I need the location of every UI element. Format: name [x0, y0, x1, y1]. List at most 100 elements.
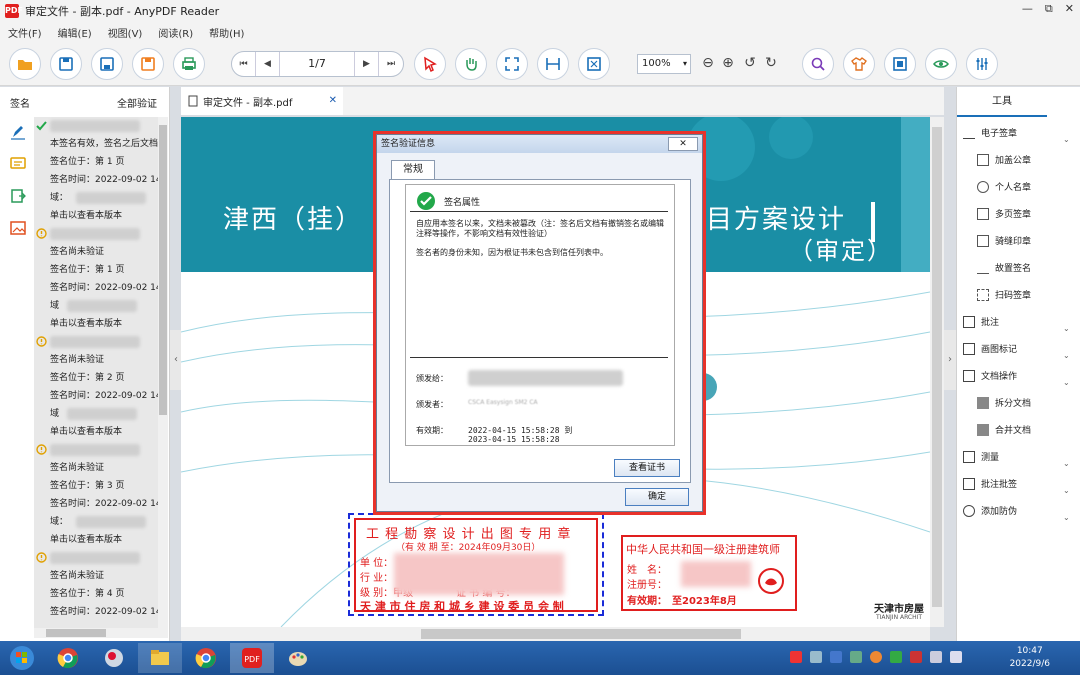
taskbar-app[interactable]	[92, 643, 136, 673]
actual-size-button[interactable]	[578, 48, 610, 80]
search-button[interactable]	[802, 48, 834, 80]
horizontal-scrollbar[interactable]	[34, 628, 168, 638]
tray-icon[interactable]	[850, 651, 862, 663]
zoom-select[interactable]: 100% ▾	[637, 54, 691, 74]
signature-entry-header[interactable]	[34, 441, 158, 459]
signature-detail-line[interactable]: 单击以查看本版本	[34, 531, 158, 549]
section-annotate-sign[interactable]: 批注批签	[963, 477, 1017, 490]
comment-icon[interactable]	[9, 155, 27, 173]
signer-name-redacted	[50, 119, 140, 132]
volume-icon[interactable]	[930, 651, 942, 663]
taskbar-paint[interactable]	[276, 643, 320, 673]
next-page-button[interactable]: ▶	[355, 52, 379, 76]
settings-button[interactable]	[966, 48, 998, 80]
signature-pen-icon[interactable]	[9, 123, 27, 141]
document-vertical-scrollbar[interactable]	[930, 117, 944, 627]
clock[interactable]: 10:47 2022/9/6	[1010, 645, 1050, 671]
prev-page-button[interactable]: ◀	[256, 52, 280, 76]
signature-entry-header[interactable]	[34, 225, 158, 243]
taskbar-chrome[interactable]	[46, 643, 90, 673]
taskbar-anypdf[interactable]: PDF	[230, 643, 274, 673]
tray-icon[interactable]	[790, 651, 802, 663]
last-page-button[interactable]: ⏭	[379, 52, 403, 76]
minimize-button[interactable]: —	[1022, 2, 1033, 16]
menu-read[interactable]: 阅读(R)	[158, 25, 193, 40]
taskbar-explorer[interactable]	[138, 643, 182, 673]
taskbar-chrome-2[interactable]	[184, 643, 228, 673]
close-tab-icon[interactable]: ✕	[329, 95, 337, 106]
select-tool-button[interactable]	[414, 48, 446, 80]
issued-to-value-redacted	[468, 370, 623, 386]
system-tray[interactable]	[790, 651, 962, 663]
ok-button[interactable]: 确定	[625, 488, 689, 506]
document-horizontal-scrollbar[interactable]	[181, 627, 930, 641]
dialog-close-button[interactable]: ✕	[668, 137, 698, 151]
menu-view[interactable]: 视图(V)	[108, 25, 143, 40]
signature-detail-line[interactable]: 单击以查看本版本	[34, 423, 158, 441]
start-button[interactable]	[0, 643, 44, 673]
menu-help[interactable]: 帮助(H)	[209, 25, 244, 40]
signature-detail-line[interactable]: 单击以查看本版本	[34, 315, 158, 333]
fit-page-button[interactable]	[496, 48, 528, 80]
section-picture[interactable]: 画图标记	[963, 342, 1017, 355]
tray-icon[interactable]	[870, 651, 882, 663]
image-icon[interactable]	[9, 219, 27, 237]
page-number-input[interactable]: 1/7	[280, 52, 355, 76]
signature-entry-header[interactable]	[34, 117, 158, 135]
signature-line-text: 签名时间：2022-09-02 14	[50, 283, 158, 293]
signature-detail-line[interactable]: 单击以查看本版本	[34, 207, 158, 225]
rotate-left-button[interactable]: ↺	[741, 54, 759, 72]
menu-bar: 文件(F) 编辑(E) 视图(V) 阅读(R) 帮助(H)	[0, 22, 1080, 42]
attachment-icon[interactable]	[9, 187, 27, 205]
skin-button[interactable]	[843, 48, 875, 80]
tool-qr-seal[interactable]: 扫码签章	[977, 288, 1031, 301]
fullscreen-button[interactable]	[884, 48, 916, 80]
zoom-out-button[interactable]: ⊖	[699, 54, 717, 72]
tool-split[interactable]: 拆分文档	[977, 396, 1031, 409]
zoom-in-button[interactable]: ⊕	[719, 54, 737, 72]
first-page-button[interactable]: ⏮	[232, 52, 256, 76]
print-button[interactable]	[173, 48, 205, 80]
tool-multipage-seal[interactable]: 多页签章	[977, 207, 1031, 220]
section-annotate[interactable]: 批注	[963, 315, 999, 328]
right-collapse-button[interactable]: ›	[944, 330, 956, 390]
tool-personal-seal[interactable]: 个人名章	[977, 180, 1031, 193]
section-docops[interactable]: 文档操作	[963, 369, 1017, 382]
export-button[interactable]	[132, 48, 164, 80]
tray-icon[interactable]	[810, 651, 822, 663]
document-tab[interactable]: 审定文件 - 副本.pdf ✕	[181, 87, 343, 115]
close-button[interactable]: ✕	[1065, 2, 1074, 16]
save-as-button[interactable]	[91, 48, 123, 80]
save-button[interactable]	[50, 48, 82, 80]
tab-tools[interactable]: 工具	[957, 87, 1047, 117]
tool-place-signature[interactable]: 故置签名	[977, 261, 1031, 274]
signature-verify-dialog: 签名验证信息 ✕ 常规 签名属性 自应用本签名以来，文档未被篡改（注：签名后文档…	[376, 134, 703, 512]
tool-merge[interactable]: 合并文档	[977, 423, 1031, 436]
section-esign[interactable]: 电子签章	[963, 126, 1017, 139]
hand-tool-button[interactable]	[455, 48, 487, 80]
tray-icon[interactable]	[830, 651, 842, 663]
signature-detail-line: 签名时间：2022-09-02 14	[34, 279, 158, 297]
tool-company-seal[interactable]: 加盖公章	[977, 153, 1031, 166]
network-icon[interactable]	[950, 651, 962, 663]
tray-icon[interactable]	[890, 651, 902, 663]
restore-button[interactable]: ⧉	[1045, 2, 1053, 16]
eye-care-button[interactable]	[925, 48, 957, 80]
tab-general[interactable]: 常规	[391, 160, 435, 180]
verify-all-button[interactable]: 全部验证	[117, 95, 157, 110]
menu-edit[interactable]: 编辑(E)	[58, 25, 92, 40]
section-watermark[interactable]: 添加防伪	[963, 504, 1017, 517]
section-measure[interactable]: 测量	[963, 450, 999, 463]
menu-file[interactable]: 文件(F)	[8, 25, 42, 40]
signature-entry-header[interactable]	[34, 549, 158, 567]
rotate-right-button[interactable]: ↻	[762, 54, 780, 72]
tray-icon[interactable]	[910, 651, 922, 663]
fit-width-button[interactable]	[537, 48, 569, 80]
view-certificate-button[interactable]: 查看证书	[614, 459, 680, 477]
tool-seam-seal[interactable]: 骑缝印章	[977, 234, 1031, 247]
signature-entry-header[interactable]	[34, 333, 158, 351]
signature-detail-line: 签名时间：2022-09-02 14	[34, 171, 158, 189]
vertical-scrollbar[interactable]	[158, 117, 168, 629]
open-button[interactable]	[9, 48, 41, 80]
save-as-icon	[100, 57, 114, 71]
